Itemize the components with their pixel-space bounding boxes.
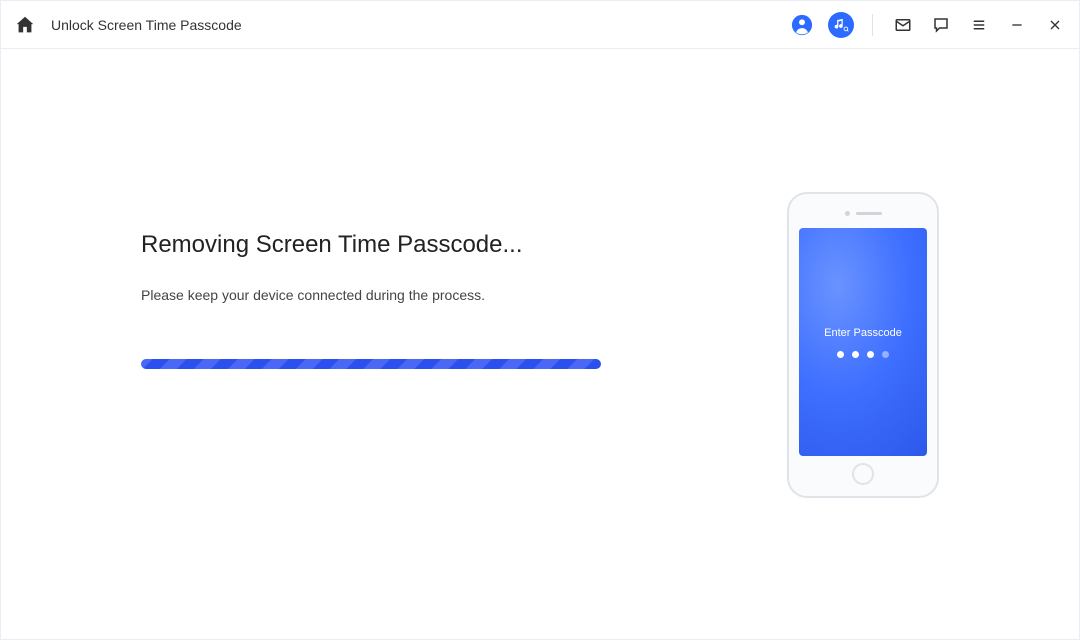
phone-home-button xyxy=(852,463,874,485)
phone-sensors xyxy=(845,204,882,222)
phone-illustration: Enter Passcode xyxy=(787,192,939,498)
left-panel: Removing Screen Time Passcode... Please … xyxy=(141,321,787,369)
status-heading: Removing Screen Time Passcode... xyxy=(141,231,747,259)
window-title: Unlock Screen Time Passcode xyxy=(51,17,242,33)
menu-icon[interactable] xyxy=(967,13,991,37)
passcode-label: Enter Passcode xyxy=(824,327,902,339)
separator xyxy=(872,14,873,36)
close-button[interactable] xyxy=(1043,13,1067,37)
music-search-icon[interactable] xyxy=(828,12,854,38)
minimize-button[interactable] xyxy=(1005,13,1029,37)
passcode-dots xyxy=(837,351,889,358)
right-panel: Enter Passcode xyxy=(787,192,939,498)
status-subtitle: Please keep your device connected during… xyxy=(141,287,747,303)
user-icon[interactable] xyxy=(790,13,814,37)
header-actions xyxy=(790,12,1067,38)
title-bar: Unlock Screen Time Passcode xyxy=(1,1,1079,49)
mail-icon[interactable] xyxy=(891,13,915,37)
phone-screen: Enter Passcode xyxy=(799,228,927,456)
chat-icon[interactable] xyxy=(929,13,953,37)
main-content: Removing Screen Time Passcode... Please … xyxy=(1,49,1079,641)
progress-bar xyxy=(141,359,601,369)
home-icon[interactable] xyxy=(13,13,37,37)
